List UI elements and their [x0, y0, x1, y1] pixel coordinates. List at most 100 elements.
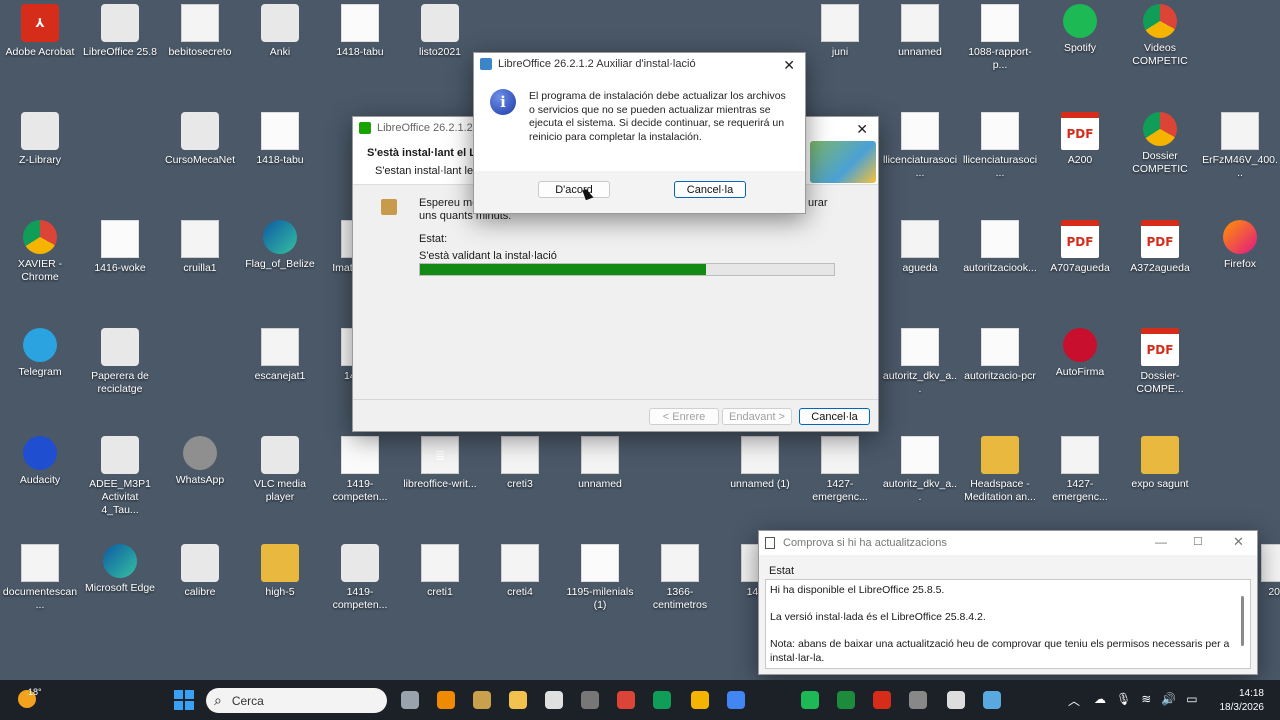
helper-dialog-titlebar[interactable]: LibreOffice 26.2.1.2 Auxiliar d'instal·l…	[474, 53, 805, 75]
desktop-icon[interactable]: unnamed	[880, 0, 960, 100]
desktop-icon[interactable]: ≣ libreoffice-writ...	[400, 432, 480, 532]
desktop-icon[interactable]: PDF Dossier-COMPE...	[1120, 324, 1200, 424]
desktop-icon[interactable]: PDF A372agueda	[1120, 216, 1200, 316]
tray-chevron-icon[interactable]: ︿	[1068, 692, 1080, 709]
desktop-icon[interactable]: 1195-milenials (1)	[560, 540, 640, 640]
desktop-icon[interactable]: Anki	[240, 0, 320, 100]
desktop-icon[interactable]: autoritz_dkv_a...	[880, 324, 960, 424]
desktop-icon[interactable]: Microsoft Edge	[80, 540, 160, 640]
desktop-icon[interactable]: ErFzM46V_400...	[1200, 108, 1280, 208]
installer-icon[interactable]	[980, 688, 1004, 712]
desktop-icon[interactable]: unnamed (1)	[720, 432, 800, 532]
chrome-icon[interactable]	[724, 688, 748, 712]
desktop-icon[interactable]: listo2021	[400, 0, 480, 100]
desktop-icon[interactable]: 1418-tabu	[320, 0, 400, 100]
minimize-icon[interactable]: —	[1155, 535, 1167, 549]
desktop-icon[interactable]: XAVIER - Chrome	[0, 216, 80, 316]
helper-cancel-button[interactable]: Cancel·la	[674, 181, 746, 198]
desktop-icon[interactable]: Flag_of_Belize	[240, 216, 320, 316]
onedrive-icon[interactable]: ☁	[1094, 692, 1106, 706]
close-icon[interactable]: ✕	[783, 57, 795, 74]
desktop-icon[interactable]: 1088-rapport-p...	[960, 0, 1040, 100]
desktop-icon[interactable]: LibreOffice 25.8	[80, 0, 160, 100]
desktop-icon[interactable]: PDF A707agueda	[1040, 216, 1120, 316]
desktop-icon[interactable]: llicenciaturasoci...	[880, 108, 960, 208]
desktop-icon[interactable]: 1366-centimetros	[640, 540, 720, 640]
desktop-icon[interactable]: Videos COMPETIC	[1120, 0, 1200, 100]
doc-file-icon	[501, 436, 539, 474]
desktop-icon[interactable]: Dossier COMPETIC	[1120, 108, 1200, 208]
desktop-icon[interactable]: calibre	[160, 540, 240, 640]
desktop-icon[interactable]: 1419-competen...	[320, 540, 400, 640]
close-icon[interactable]: ✕	[1233, 534, 1244, 550]
battery-icon[interactable]: ▭	[1186, 692, 1197, 706]
search-box[interactable]: ⌕ Cerca	[206, 688, 387, 713]
desktop-icon[interactable]: Firefox	[1200, 216, 1280, 316]
desktop-icon[interactable]: Spotify	[1040, 0, 1120, 100]
clock-time[interactable]: 14:18	[1238, 688, 1264, 699]
desktop-icon[interactable]: juni	[800, 0, 880, 100]
desktop-icon[interactable]: Telegram	[0, 324, 80, 424]
desktop-icon[interactable]: Paperera de reciclatge	[80, 324, 160, 424]
maximize-icon[interactable]: ☐	[1193, 535, 1203, 548]
desktop-icon[interactable]: ⅄ Adobe Acrobat	[0, 0, 80, 100]
chrome-icon[interactable]	[614, 688, 638, 712]
volume-icon[interactable]: 🔊	[1161, 692, 1176, 706]
desktop-icon[interactable]: WhatsApp	[160, 432, 240, 532]
back-button[interactable]: < Enrere	[649, 408, 719, 425]
chrome-icon[interactable]	[650, 688, 674, 712]
update-window-titlebar[interactable]: Comprova si hi ha actualitzacions	[759, 531, 1257, 555]
desktop-icon[interactable]: 1427-emergenc...	[1040, 432, 1120, 532]
close-icon[interactable]: ✕	[856, 121, 868, 138]
desktop-icon[interactable]: 1427-emergenc...	[800, 432, 880, 532]
desktop-icon[interactable]: 1419-competen...	[320, 432, 400, 532]
desktop-icon[interactable]: agueda	[880, 216, 960, 316]
file-explorer-icon[interactable]	[506, 688, 530, 712]
acrobat-icon[interactable]	[870, 688, 894, 712]
store-icon[interactable]	[542, 688, 566, 712]
microphone-icon[interactable]: 🎙	[1116, 692, 1131, 706]
desktop-icon[interactable]: bebitosecreto	[160, 0, 240, 100]
start-icon[interactable]	[174, 690, 194, 710]
desktop-icon[interactable]: Audacity	[0, 432, 80, 532]
desktop-icon[interactable]: autoritz_dkv_a...	[880, 432, 960, 532]
installer-cancel-button[interactable]: Cancel·la	[799, 408, 870, 425]
desktop-icon[interactable]: creti1	[400, 540, 480, 640]
desktop-icon[interactable]: creti4	[480, 540, 560, 640]
books-icon[interactable]	[470, 688, 494, 712]
spotify-icon[interactable]	[798, 688, 822, 712]
scrollbar[interactable]	[1241, 596, 1244, 646]
desktop-icon[interactable]: documentescan...	[0, 540, 80, 640]
task-view-icon[interactable]	[398, 688, 422, 712]
desktop-icon[interactable]: Z-Library	[0, 108, 80, 208]
chrome-icon[interactable]	[688, 688, 712, 712]
desktop-icon[interactable]: 1416-woke	[80, 216, 160, 316]
desktop-icon[interactable]: Headspace - Meditation an...	[960, 432, 1040, 532]
gimp-icon[interactable]	[906, 688, 930, 712]
desktop-icon[interactable]: autoritzacio-pcr	[960, 324, 1040, 424]
desktop-icon[interactable]: expo sagunt	[1120, 432, 1200, 532]
desktop-icon[interactable]: AutoFirma	[1040, 324, 1120, 424]
desktop-icon[interactable]: VLC media player	[240, 432, 320, 532]
desktop-icon[interactable]: 1418-tabu	[240, 108, 320, 208]
scan-file-icon	[981, 112, 1019, 150]
pen-icon[interactable]	[578, 688, 602, 712]
desktop-icon[interactable]: CursoMecaNet	[160, 108, 240, 208]
desktop-icon[interactable]: PDF A200	[1040, 108, 1120, 208]
desktop-icon[interactable]: ADEE_M3P1 Activitat 4_Tau...	[80, 432, 160, 532]
document-icon[interactable]	[944, 688, 968, 712]
desktop-icon[interactable]: llicenciaturasoci...	[960, 108, 1040, 208]
desktop-icon[interactable]: cruilla1	[160, 216, 240, 316]
clock-date[interactable]: 18/3/2026	[1214, 702, 1265, 713]
ok-button[interactable]: D'acord	[538, 181, 610, 198]
desktop-icon[interactable]: unnamed	[560, 432, 640, 532]
desktop-icon-label: Dossier COMPETIC	[1132, 150, 1188, 175]
desktop-icon[interactable]: creti3	[480, 432, 560, 532]
desktop-icon[interactable]: autoritzaciook...	[960, 216, 1040, 316]
vlc-icon[interactable]	[434, 688, 458, 712]
desktop-icon[interactable]: high-5	[240, 540, 320, 640]
desktop-icon[interactable]: escanejat1	[240, 324, 320, 424]
next-button[interactable]: Endavant >	[722, 408, 792, 425]
wifi-icon[interactable]: ≋	[1141, 692, 1151, 706]
spreadsheet-icon[interactable]	[834, 688, 858, 712]
